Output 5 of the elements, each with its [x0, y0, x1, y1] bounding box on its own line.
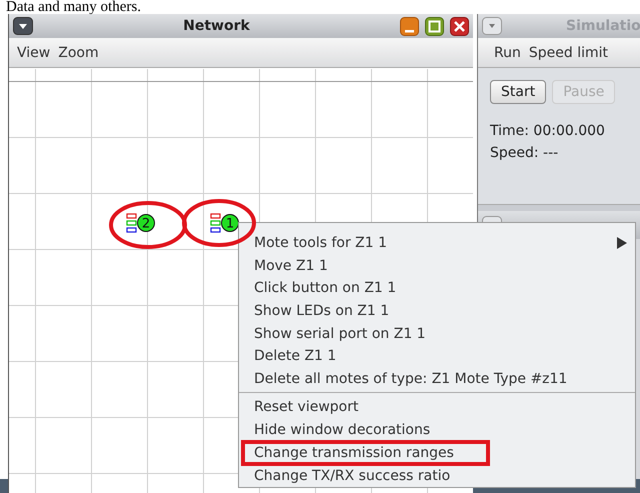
window-title: Simulatio: [565, 18, 640, 34]
caption-text: Data and many others.: [6, 0, 141, 14]
time-label: Time: 00:00.000: [490, 122, 606, 141]
speed-label: Speed: ---: [490, 144, 560, 163]
window-title: Network: [182, 18, 251, 34]
